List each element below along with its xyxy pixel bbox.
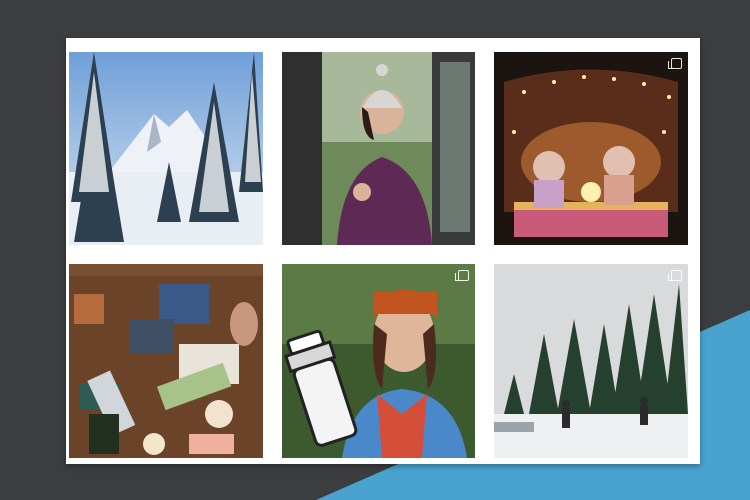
multiple-images-icon (668, 58, 682, 69)
grid-post-woman-purple-jacket[interactable] (282, 52, 475, 245)
multiple-images-icon (455, 270, 469, 281)
grid-post-woman-with-shaker[interactable] (282, 264, 475, 458)
grid-post-kids-in-van[interactable] (494, 52, 688, 245)
instagram-grid-card (66, 38, 700, 464)
grid-post-snowshoe-hikers[interactable] (494, 264, 688, 458)
multiple-images-icon (668, 270, 682, 281)
grid-post-snowy-mountain[interactable] (69, 52, 263, 245)
grid-post-gift-wrapping[interactable] (69, 264, 263, 458)
